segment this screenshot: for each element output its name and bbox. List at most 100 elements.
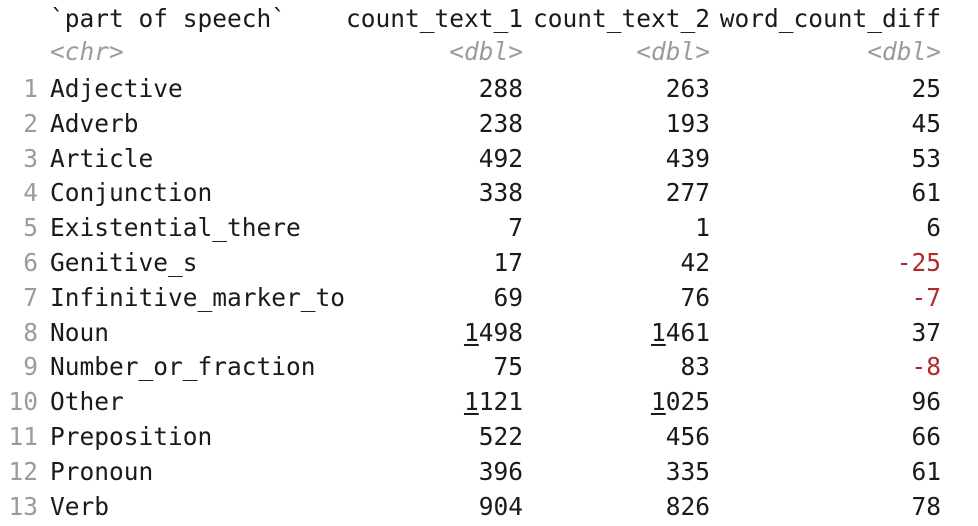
table-body: 1 Adjective 288 263 25 2 Adverb 238 193 45 3 Articl…	[0, 72, 978, 524]
cell-value: 53	[911, 143, 941, 173]
cell-value: 7	[508, 213, 523, 243]
negative-sign: -	[911, 282, 927, 312]
cell-count-text-2: 263	[666, 72, 710, 107]
cell-word-count-diff: -7	[911, 281, 941, 316]
cell-count-text-1: 288	[479, 72, 523, 107]
cell-part-of-speech: Article	[50, 143, 154, 173]
cell-count-text-2: 83	[680, 350, 710, 385]
thousands-digit: 1	[463, 317, 479, 347]
cell-value: 6	[926, 213, 941, 243]
cell-count-text-2: 1461	[651, 316, 710, 351]
cell-part-of-speech: Other	[50, 387, 124, 417]
row-index: 6	[23, 247, 38, 277]
cell-value: 338	[478, 178, 523, 208]
row-index: 3	[23, 143, 38, 173]
cell-value: 263	[665, 74, 710, 103]
cell-value: 498	[478, 317, 523, 347]
row-index: 9	[23, 352, 38, 382]
table-row: 2 Adverb 238 193 45	[0, 107, 978, 142]
cell-value: 17	[493, 247, 523, 277]
cell-value: 61	[911, 178, 941, 208]
cell-word-count-diff: 25	[911, 72, 941, 107]
table-row: 8 Noun 1498 1461 37	[0, 316, 978, 351]
tibble-output: `part of speech` count_text_1 count_text…	[0, 0, 978, 70]
column-type-part-of-speech: <chr>	[50, 36, 124, 66]
cell-count-text-2: 439	[666, 142, 710, 177]
table-row: 9 Number_or_fraction 75 83 -8	[0, 350, 978, 385]
row-index: 13	[8, 491, 38, 521]
cell-count-text-2: 456	[666, 420, 710, 455]
row-index: 2	[23, 108, 38, 138]
cell-word-count-diff: -25	[897, 246, 941, 281]
cell-value: 96	[911, 387, 941, 417]
cell-value: 826	[665, 491, 710, 521]
cell-count-text-2: 42	[680, 246, 710, 281]
cell-word-count-diff: 96	[911, 385, 941, 420]
cell-part-of-speech: Preposition	[50, 421, 213, 451]
cell-value: 193	[665, 108, 710, 138]
negative-sign: -	[911, 352, 927, 382]
cell-value: 439	[665, 143, 710, 173]
cell-count-text-2: 193	[666, 107, 710, 142]
cell-word-count-diff: 66	[911, 420, 941, 455]
table-row: 10 Other 1121 1025 96	[0, 385, 978, 420]
cell-word-count-diff: -8	[911, 350, 941, 385]
cell-count-text-2: 1025	[651, 385, 710, 420]
cell-value: 83	[680, 352, 710, 382]
row-index: 7	[23, 282, 38, 312]
table-row: 6 Genitive_s 17 42 -25	[0, 246, 978, 281]
cell-part-of-speech: Adjective	[50, 74, 183, 103]
table-row: 11 Preposition 522 456 66	[0, 420, 978, 455]
cell-part-of-speech: Adverb	[50, 108, 139, 138]
row-index: 8	[23, 317, 38, 347]
cell-count-text-1: 492	[479, 142, 523, 177]
table-row: 4 Conjunction 338 277 61	[0, 176, 978, 211]
table-row: 7 Infinitive_marker_to 69 76 -7	[0, 281, 978, 316]
cell-count-text-1: 75	[493, 350, 523, 385]
negative-sign: -	[896, 247, 912, 277]
cell-count-text-1: 1498	[464, 316, 523, 351]
row-index: 5	[23, 213, 38, 243]
table-row: 5 Existential_there 7 1 6	[0, 211, 978, 246]
cell-part-of-speech: Pronoun	[50, 456, 154, 486]
cell-value: 492	[478, 143, 523, 173]
cell-part-of-speech: Number_or_fraction	[50, 352, 316, 382]
cell-count-text-2: 1	[695, 211, 710, 246]
thousands-digit: 1	[650, 387, 666, 417]
cell-value: 45	[911, 108, 941, 138]
cell-word-count-diff: 45	[911, 107, 941, 142]
table-row: 12 Pronoun 396 335 61	[0, 455, 978, 490]
cell-count-text-1: 238	[479, 107, 523, 142]
row-index: 11	[8, 421, 38, 451]
cell-value: 461	[665, 317, 710, 347]
cell-count-text-1: 338	[479, 176, 523, 211]
cell-part-of-speech: Infinitive_marker_to	[50, 282, 346, 312]
cell-count-text-2: 335	[666, 455, 710, 490]
cell-count-text-1: 396	[479, 455, 523, 490]
cell-part-of-speech: Verb	[50, 491, 110, 521]
cell-value: 42	[680, 247, 710, 277]
thousands-digit: 1	[463, 387, 479, 417]
column-type-word-count-diff: <dbl>	[867, 36, 941, 66]
table-row: 13 Verb 904 826 78	[0, 490, 978, 525]
column-type-count-text-1: <dbl>	[449, 36, 523, 66]
cell-value: 288	[478, 74, 523, 103]
cell-count-text-1: 522	[479, 420, 523, 455]
cell-value: 75	[493, 352, 523, 382]
column-header-word-count-diff: word_count_diff	[719, 4, 941, 33]
cell-value: 121	[478, 387, 523, 417]
cell-part-of-speech: Existential_there	[50, 213, 301, 243]
column-header-count-text-1: count_text_1	[345, 4, 523, 33]
cell-word-count-diff: 78	[911, 490, 941, 525]
cell-value: 7	[926, 282, 941, 312]
cell-count-text-1: 904	[479, 490, 523, 525]
cell-count-text-2: 76	[680, 281, 710, 316]
cell-value: 335	[665, 456, 710, 486]
cell-value: 37	[911, 317, 941, 347]
column-header-part-of-speech: `part of speech`	[50, 4, 287, 33]
row-index: 4	[23, 178, 38, 208]
column-header-count-text-2: count_text_2	[532, 4, 710, 33]
column-type-row: <chr> <dbl> <dbl> <dbl>	[0, 35, 978, 70]
row-index: 10	[8, 387, 38, 417]
cell-word-count-diff: 53	[911, 142, 941, 177]
